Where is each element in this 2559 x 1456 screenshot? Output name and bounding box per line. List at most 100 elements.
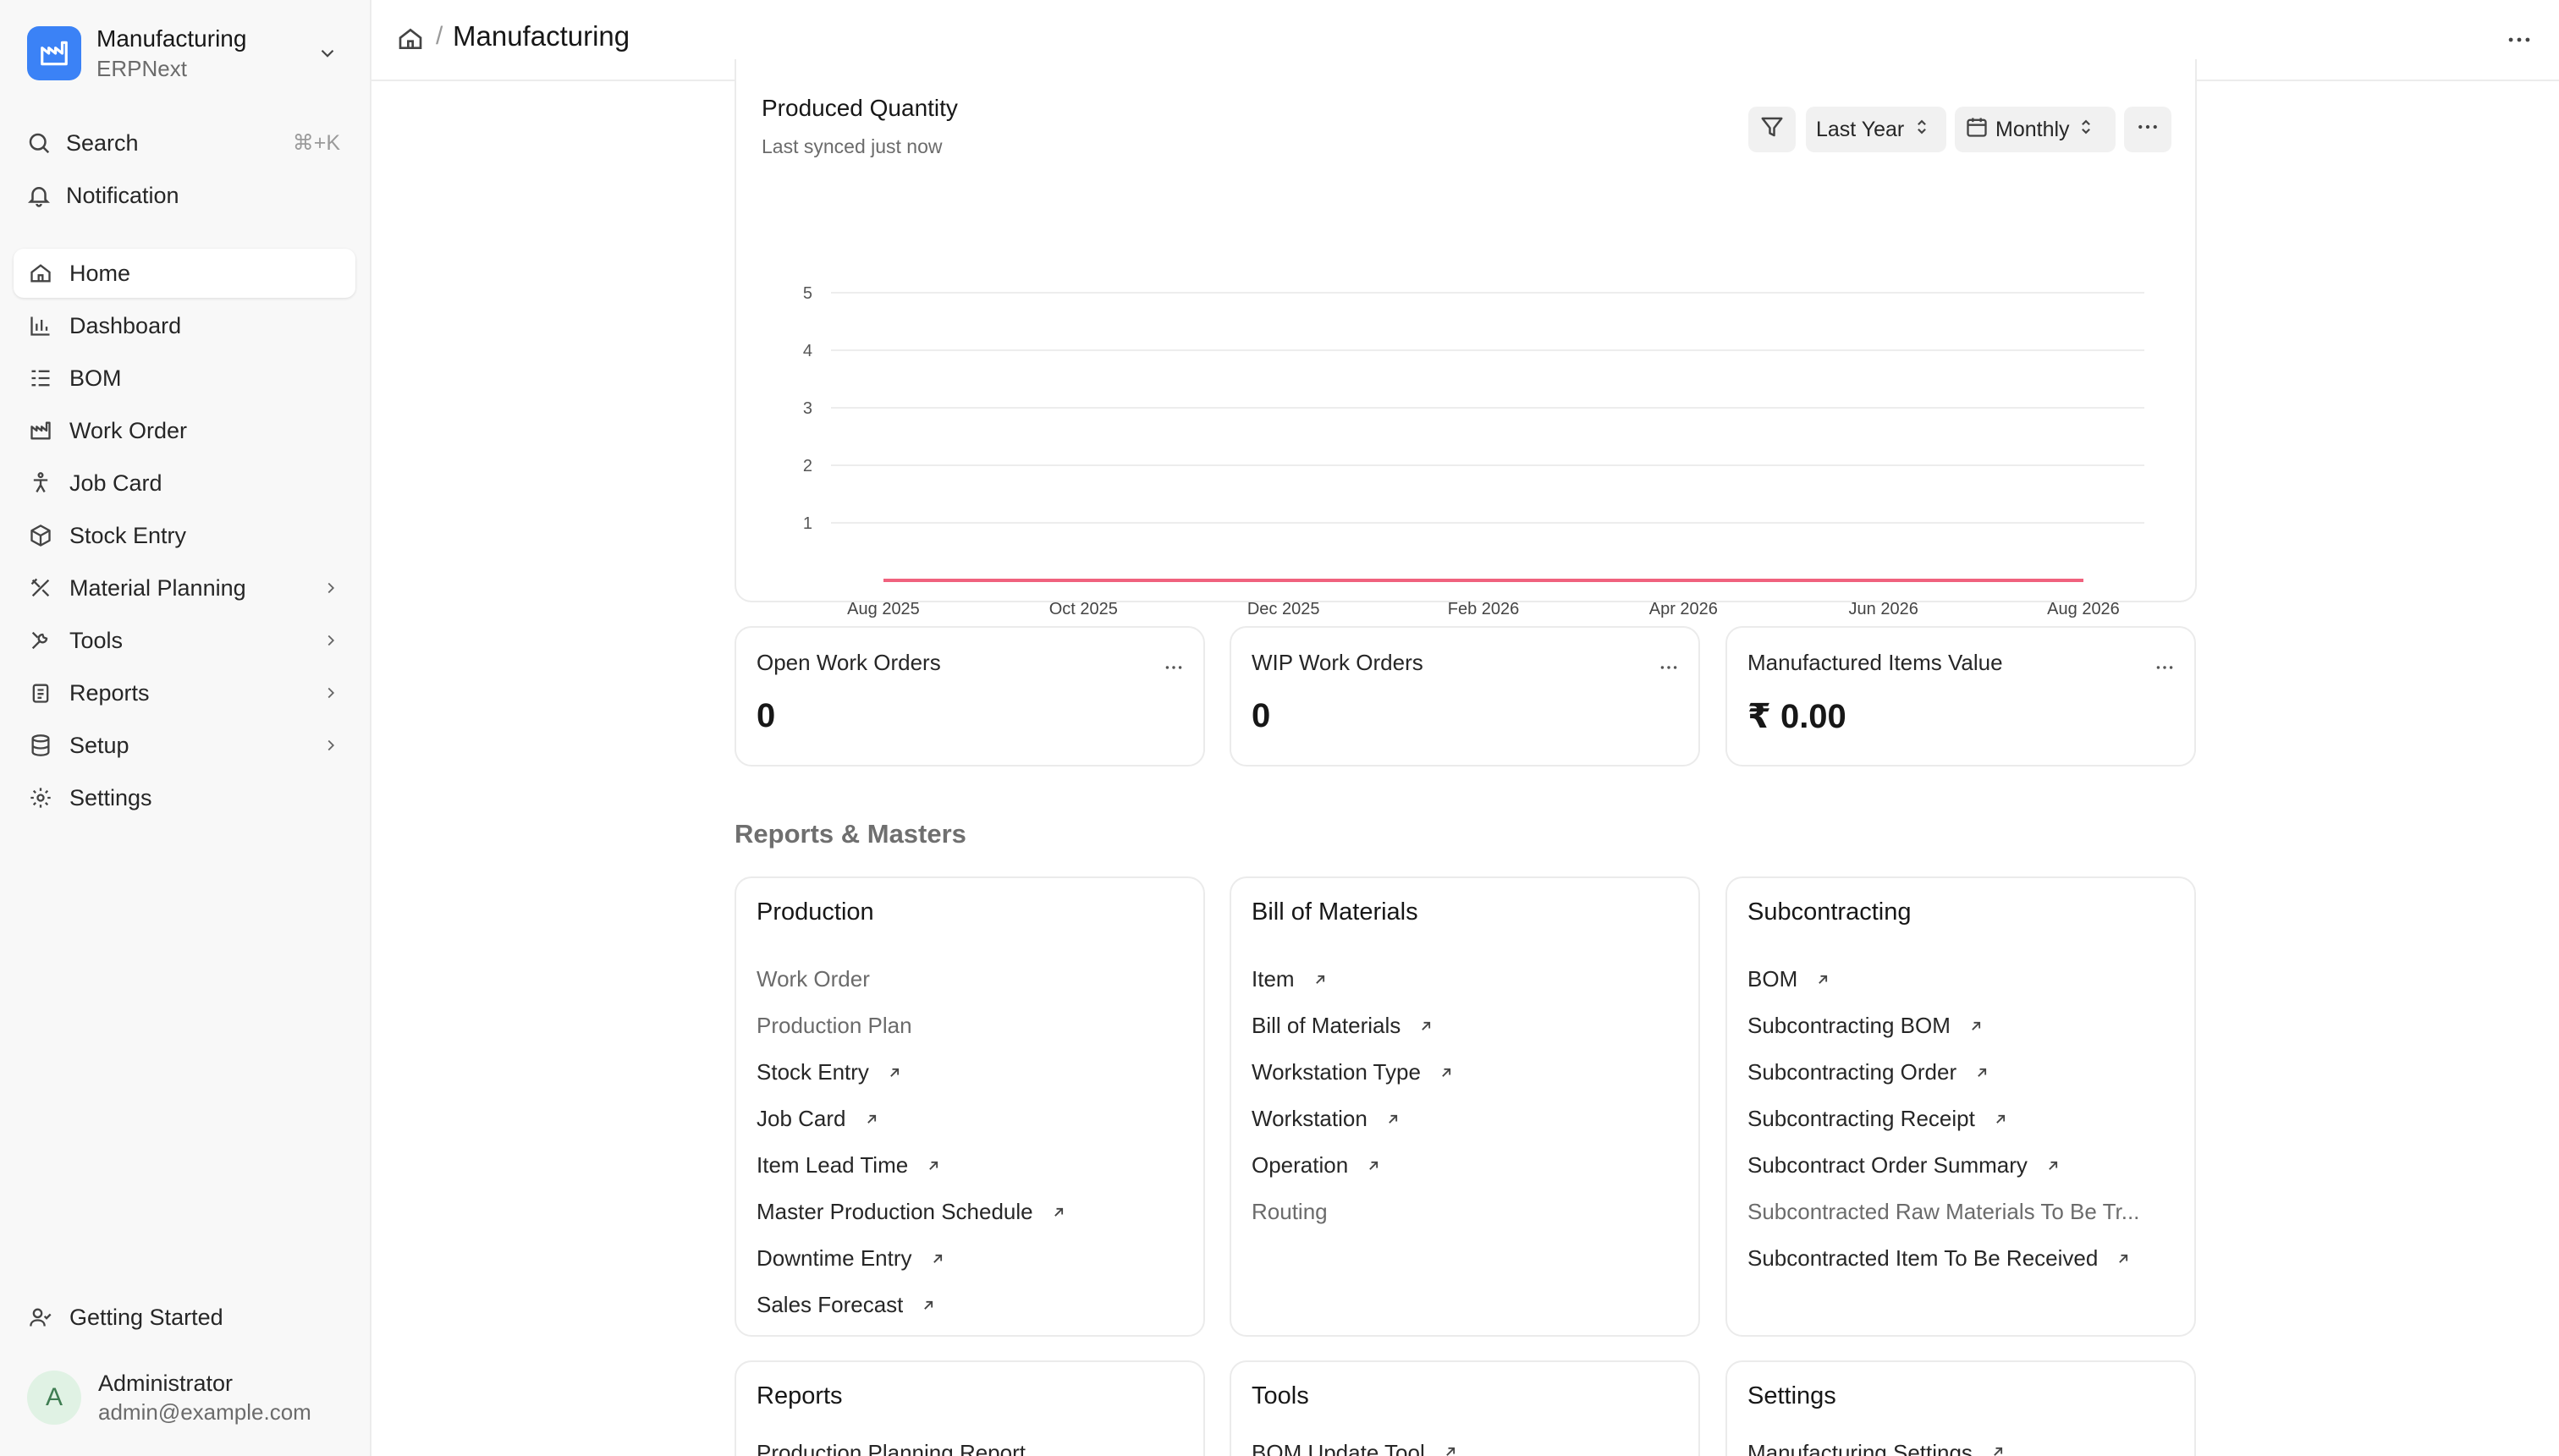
link-item[interactable]: Subcontracting BOM: [1747, 1003, 2139, 1049]
sidebar-item-job-card[interactable]: Job Card: [14, 459, 355, 508]
more-options-icon[interactable]: [1658, 657, 1680, 683]
sidebar-item-setup[interactable]: Setup: [14, 721, 355, 770]
link-item[interactable]: Item: [1252, 956, 1455, 1003]
user-menu[interactable]: A Administrator admin@example.com: [14, 1357, 355, 1438]
sidebar-item-label: Tools: [69, 627, 124, 653]
external-link-icon: [925, 1157, 942, 1174]
chart-sync-status: Last synced just now: [762, 135, 943, 157]
link-item[interactable]: Subcontract Order Summary: [1747, 1142, 2139, 1189]
external-link-icon: [1973, 1064, 1990, 1081]
workspace-switcher[interactable]: Manufacturing ERPNext: [14, 15, 350, 91]
sidebar-item-settings[interactable]: Settings: [14, 773, 355, 822]
link-item[interactable]: Downtime Entry: [757, 1235, 1067, 1282]
link-label: Operation: [1252, 1152, 1349, 1178]
sidebar-item-home[interactable]: Home: [14, 249, 355, 298]
link-item[interactable]: Operation: [1252, 1142, 1455, 1189]
subcontracting-card: Subcontracting BOM Subcontracting BOM Subc…: [1725, 876, 2196, 1337]
link-item[interactable]: Stock Entry: [757, 1049, 1067, 1096]
link-item[interactable]: Item Lead Time: [757, 1142, 1067, 1189]
external-link-icon: [1967, 1018, 1984, 1035]
filter-icon: [1759, 114, 1785, 146]
x-tick-label: Apr 2026: [1649, 600, 1718, 618]
card-title: Bill of Materials: [1252, 898, 1418, 926]
link-item[interactable]: Production Plan: [757, 1003, 1067, 1049]
number-card-value: ₹ 0.00: [1747, 698, 1846, 735]
sidebar-item-label: Settings: [69, 784, 152, 810]
open-work-orders-card[interactable]: Open Work Orders 0: [735, 626, 1205, 766]
more-options-icon[interactable]: [1163, 657, 1185, 683]
breadcrumb-separator: /: [436, 22, 443, 50]
tools-icon: [20, 576, 61, 600]
search-shortcut: ⌘+K: [292, 131, 340, 155]
sidebar-item-label: Job Card: [69, 470, 162, 496]
link-item[interactable]: Manufacturing Settings: [1747, 1440, 2006, 1456]
sidebar-item-work-order[interactable]: Work Order: [14, 406, 355, 455]
sidebar-item-reports[interactable]: Reports: [14, 668, 355, 717]
chevron-right-icon: [322, 631, 340, 654]
link-item[interactable]: Job Card: [757, 1096, 1067, 1142]
sidebar-item-bom[interactable]: BOM: [14, 354, 355, 403]
link-item[interactable]: Subcontracting Receipt: [1747, 1096, 2139, 1142]
period-select[interactable]: Monthly: [1955, 107, 2116, 152]
factory-logo-icon: [27, 26, 81, 80]
link-item[interactable]: BOM: [1747, 956, 2139, 1003]
home-icon: [20, 261, 61, 285]
link-item[interactable]: Subcontracted Item To Be Received: [1747, 1235, 2139, 1282]
getting-started-label: Getting Started: [69, 1304, 223, 1330]
x-tick-label: Aug 2025: [847, 600, 920, 618]
range-select-label: Last Year: [1816, 117, 1905, 141]
external-link-icon: [1050, 1204, 1067, 1221]
more-options-icon[interactable]: [2505, 25, 2534, 58]
section-title: Reports & Masters: [735, 819, 966, 849]
y-tick-label: 1: [803, 514, 812, 533]
home-icon[interactable]: [397, 25, 424, 57]
range-select[interactable]: Last Year: [1806, 107, 1946, 152]
period-select-label: Monthly: [1995, 117, 2070, 141]
sidebar-item-tools[interactable]: Tools: [14, 616, 355, 665]
gear-icon: [20, 786, 61, 810]
link-label: Production Plan: [757, 1013, 912, 1038]
link-item[interactable]: Routing: [1252, 1189, 1455, 1235]
link-item[interactable]: Work Order: [757, 956, 1067, 1003]
sidebar-item-stock-entry[interactable]: Stock Entry: [14, 511, 355, 560]
search-label: Search: [66, 129, 139, 156]
link-item[interactable]: Master Production Schedule: [757, 1189, 1067, 1235]
sidebar-item-label: BOM: [69, 365, 122, 391]
workspace-subtitle: ERPNext: [96, 56, 187, 81]
link-label: BOM: [1747, 966, 1798, 992]
link-label: Production Planning Report: [757, 1440, 1026, 1456]
sidebar-item-dashboard[interactable]: Dashboard: [14, 301, 355, 350]
link-label: Master Production Schedule: [757, 1199, 1033, 1224]
search-button[interactable]: Search ⌘+K: [14, 119, 355, 167]
link-item[interactable]: Workstation: [1252, 1096, 1455, 1142]
link-item[interactable]: Workstation Type: [1252, 1049, 1455, 1096]
link-item[interactable]: Bill of Materials: [1252, 1003, 1455, 1049]
link-label: Stock Entry: [757, 1059, 869, 1085]
more-options-icon[interactable]: [2154, 657, 2176, 683]
filter-button[interactable]: [1748, 107, 1796, 152]
wip-work-orders-card[interactable]: WIP Work Orders 0: [1230, 626, 1700, 766]
external-link-icon: [920, 1297, 937, 1314]
sidebar-item-material-planning[interactable]: Material Planning: [14, 563, 355, 613]
x-tick-label: Jun 2026: [1849, 600, 1918, 618]
bell-icon: [19, 183, 59, 208]
link-label: Subcontracting Receipt: [1747, 1106, 1975, 1131]
sidebar-item-label: Home: [69, 260, 131, 286]
link-item[interactable]: Production Planning Report: [757, 1440, 1026, 1456]
link-label: Subcontracting BOM: [1747, 1013, 1951, 1038]
link-item[interactable]: Sales Forecast: [757, 1282, 1067, 1328]
chevron-right-icon: [322, 579, 340, 602]
card-title: Production: [757, 898, 874, 926]
manufactured-items-value-card[interactable]: Manufactured Items Value ₹ 0.00: [1725, 626, 2196, 766]
getting-started-button[interactable]: Getting Started: [14, 1293, 355, 1342]
notification-button[interactable]: Notification: [14, 172, 355, 219]
chart-more-button[interactable]: [2124, 107, 2171, 152]
link-item[interactable]: BOM Update Tool: [1252, 1440, 1459, 1456]
box-icon: [20, 524, 61, 547]
link-item[interactable]: Subcontracted Raw Materials To Be Tr...: [1747, 1189, 2139, 1235]
link-item[interactable]: Subcontracting Order: [1747, 1049, 2139, 1096]
number-card-title: Open Work Orders: [757, 650, 941, 675]
number-card-value: 0: [1252, 697, 1271, 734]
number-card-title: WIP Work Orders: [1252, 650, 1423, 675]
sidebar-item-label: Dashboard: [69, 312, 182, 338]
